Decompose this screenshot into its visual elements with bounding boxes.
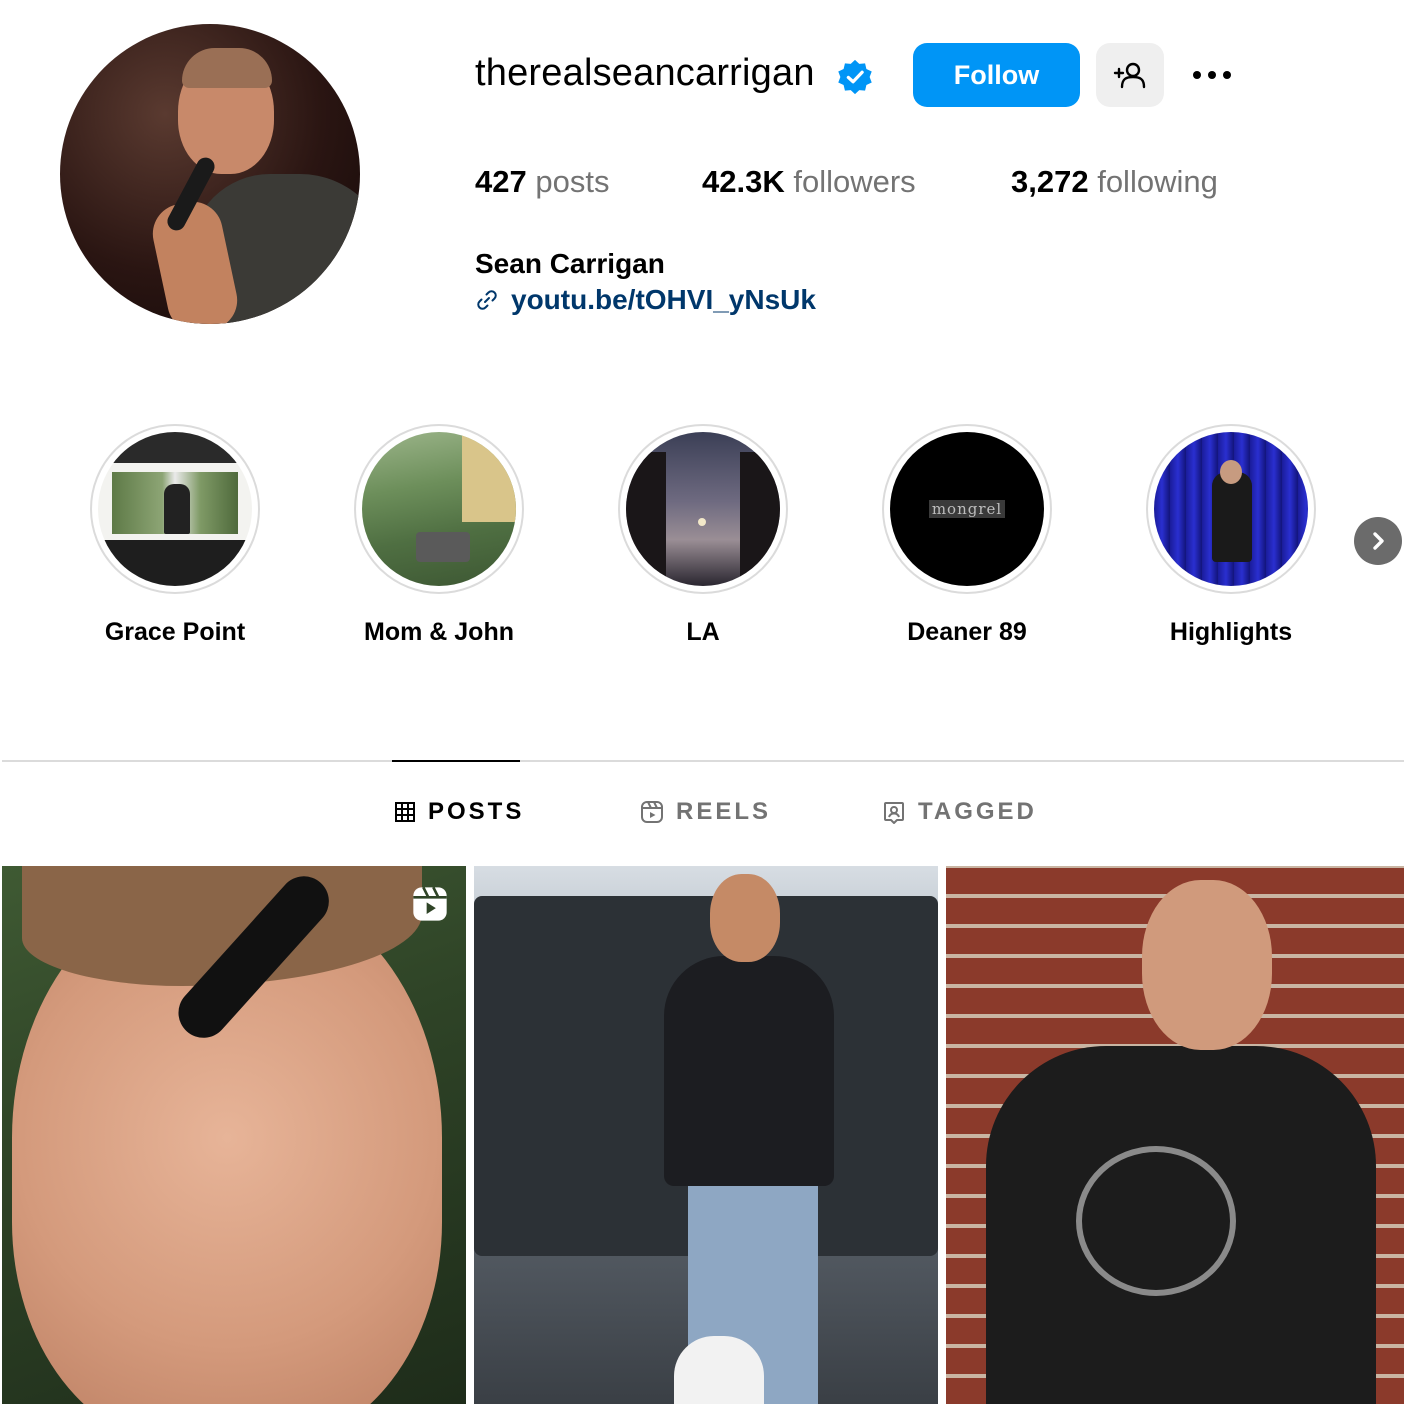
posts-count: 427 posts [475,164,609,200]
reels-icon [641,801,663,823]
following-count-label: following [1097,164,1218,199]
highlight-label: Deaner 89 [907,618,1027,646]
profile-full-name: Sean Carrigan [475,248,665,279]
followers-count[interactable]: 42.3K followers [702,164,916,200]
link-icon [477,290,497,310]
posts-count-label: posts [535,164,610,199]
highlights-next-button[interactable] [1354,517,1402,565]
active-tab-indicator [392,760,520,762]
tab-label: POSTS [428,798,525,825]
posts-count-value: 427 [475,164,527,199]
highlight-thumbnail [362,432,516,586]
person-add-icon [1113,62,1146,89]
highlight-deaner-89[interactable]: mongrel Deaner 89 [882,424,1052,646]
tab-reels[interactable]: REELS [640,798,771,826]
highlight-thumbnail [98,432,252,586]
highlight-grace-point[interactable]: Grace Point [90,424,260,646]
more-options-button[interactable] [1184,52,1240,98]
ellipsis-icon [1223,71,1231,79]
tab-posts[interactable]: POSTS [394,798,524,826]
post-tile[interactable] [946,866,1404,1404]
highlight-label: Grace Point [104,618,246,646]
tabs-divider [2,760,1404,762]
highlight-label: LA [686,618,720,646]
avatar-hair [182,48,272,88]
profile-link[interactable]: youtu.be/tOHVI_yNsUk [475,284,816,316]
chevron-right-icon [1373,532,1384,550]
highlight-mom-and-john[interactable]: Mom & John [354,424,524,646]
post-image-dog [674,1336,764,1404]
highlight-thumbnail-text: mongrel [928,500,1006,518]
highlight-ring [354,424,524,594]
highlight-ring [1146,424,1316,594]
highlight-label: Highlights [1169,618,1293,646]
post-tile[interactable] [2,866,466,1404]
followers-count-value: 42.3K [702,164,785,199]
tab-label: REELS [676,798,772,825]
follow-button[interactable]: Follow [913,43,1080,107]
post-tile[interactable] [474,866,938,1404]
highlight-thumbnail: mongrel [890,432,1044,586]
tab-label: TAGGED [918,798,1037,825]
highlight-thumbnail [1154,432,1308,586]
profile-avatar[interactable] [60,24,360,324]
tagged-icon [884,802,904,824]
highlight-label: Mom & John [364,618,514,646]
profile-link-text[interactable]: youtu.be/tOHVI_yNsUk [511,284,816,316]
suggest-users-button[interactable] [1096,43,1164,107]
post-image-shirt-logo [1076,1146,1236,1296]
post-image-head [1142,880,1272,1050]
post-image-head [710,874,780,962]
highlight-ring: mongrel [882,424,1052,594]
highlight-thumbnail [626,432,780,586]
profile-username: therealseancarrigan [475,52,815,94]
following-count-value: 3,272 [1011,164,1089,199]
highlight-ring [90,424,260,594]
following-count[interactable]: 3,272 following [1011,164,1218,200]
tab-tagged[interactable]: TAGGED [882,798,1037,826]
grid-icon [395,802,415,822]
verified-badge-icon [838,59,872,95]
followers-count-label: followers [793,164,916,199]
highlight-ring [618,424,788,594]
highlight-la[interactable]: LA [618,424,788,646]
post-image-person [664,956,834,1186]
highlight-highlights[interactable]: Highlights [1146,424,1316,646]
ellipsis-icon [1208,71,1216,79]
ellipsis-icon [1193,71,1201,79]
reel-badge-icon [413,886,447,921]
